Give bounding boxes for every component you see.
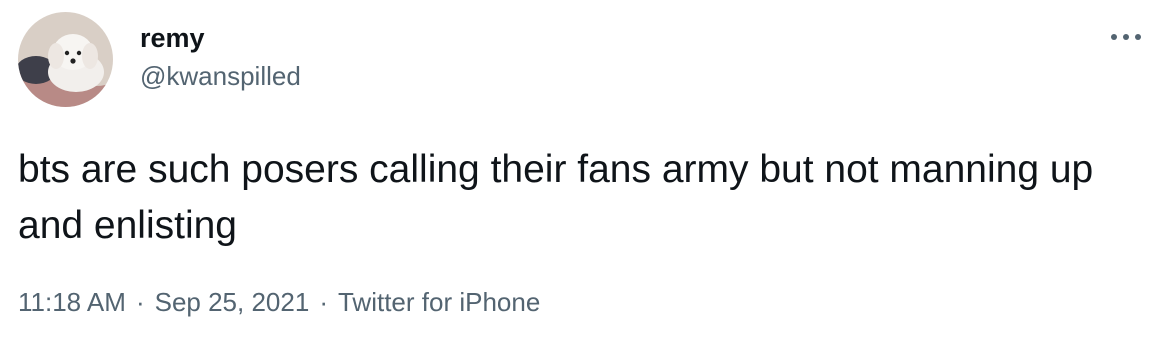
tweet-card: remy @kwanspilled bts are such posers ca… <box>0 0 1164 338</box>
avatar[interactable] <box>18 12 113 107</box>
dog-avatar-icon <box>18 12 113 107</box>
separator-dot: · <box>319 287 328 317</box>
tweet-source[interactable]: Twitter for iPhone <box>338 287 540 317</box>
more-options-icon[interactable] <box>1106 22 1146 52</box>
tweet-time[interactable]: 11:18 AM <box>18 287 126 317</box>
tweet-text: bts are such posers calling their fans a… <box>18 148 1094 247</box>
display-name[interactable]: remy <box>140 22 205 54</box>
tweet-date[interactable]: Sep 25, 2021 <box>155 287 310 317</box>
user-handle[interactable]: @kwanspilled <box>140 60 301 92</box>
separator-dot: · <box>135 287 145 317</box>
tweet-metadata: 11:18 AM · Sep 25, 2021 · Twitter for iPhone <box>18 286 540 318</box>
